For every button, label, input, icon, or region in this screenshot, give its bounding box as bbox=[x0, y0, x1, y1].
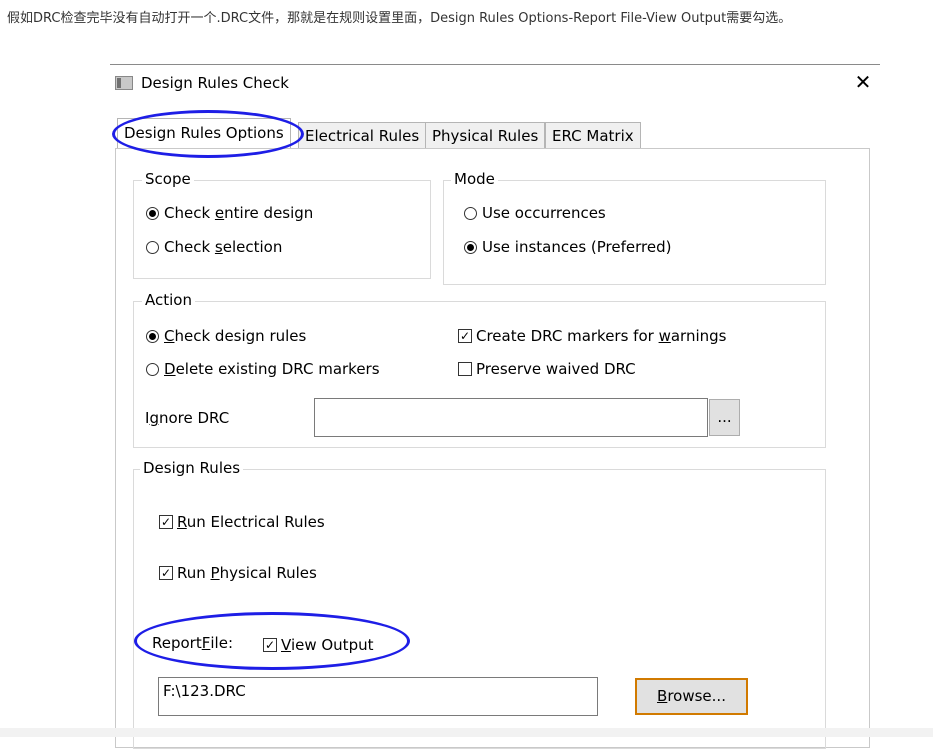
radio-indicator bbox=[146, 206, 159, 220]
radio-indicator bbox=[146, 329, 159, 343]
option-text: Run Physical Rules bbox=[177, 564, 317, 582]
tab-electrical-rules[interactable]: Electrical Rules bbox=[298, 122, 427, 148]
browse-button-label: Browse... bbox=[657, 687, 726, 705]
checkbox-checked-icon: ✓ bbox=[263, 638, 277, 652]
view-output-checkbox[interactable]: ✓ View Output bbox=[263, 636, 373, 654]
option-text: Use instances (Preferred) bbox=[482, 238, 672, 256]
ignore-drc-input[interactable] bbox=[314, 398, 708, 437]
radio-indicator bbox=[146, 362, 159, 376]
ignore-drc-label: Ig nore DRC bbox=[145, 409, 230, 427]
mode-label: Mode bbox=[451, 170, 498, 188]
radio-indicator bbox=[146, 240, 159, 254]
report-file-path-input[interactable]: F:\123.DRC bbox=[158, 677, 598, 716]
check-selection-radio[interactable]: Check selection bbox=[146, 238, 282, 256]
scope-label: Scope bbox=[142, 170, 194, 188]
checkbox-checked-icon: ✓ bbox=[458, 329, 472, 343]
radio-indicator bbox=[464, 240, 477, 254]
mode-group bbox=[443, 180, 826, 285]
run-electrical-rules-checkbox[interactable]: ✓ Run Electrical Rules bbox=[159, 513, 325, 531]
run-physical-rules-checkbox[interactable]: ✓ Run Physical Rules bbox=[159, 564, 317, 582]
create-drc-markers-checkbox[interactable]: ✓ Create DRC markers for warnings bbox=[458, 327, 732, 345]
option-text: Check design rules bbox=[164, 327, 307, 345]
option-text: View Output bbox=[281, 636, 374, 654]
option-text: Use occurrences bbox=[482, 204, 606, 222]
action-label: Action bbox=[142, 291, 195, 309]
window-icon bbox=[115, 76, 133, 90]
window-title: Design Rules Check bbox=[141, 74, 289, 92]
design-rules-label: Design Rules bbox=[140, 459, 244, 477]
delete-drc-markers-radio[interactable]: Delete existing DRC markers bbox=[146, 360, 380, 378]
check-entire-design-radio[interactable]: Check entire design bbox=[146, 204, 313, 222]
option-text: Preserve waived DRC bbox=[476, 360, 636, 378]
report-file-label: Report File: bbox=[152, 634, 233, 652]
option-text: Check entire design bbox=[164, 204, 314, 222]
option-text: Delete existing DRC markers bbox=[164, 360, 380, 378]
tab-physical-rules[interactable]: Physical Rules bbox=[425, 122, 546, 148]
radio-indicator bbox=[464, 206, 477, 220]
checkbox-checked-icon: ✓ bbox=[159, 566, 173, 580]
check-design-rules-radio[interactable]: Check design rules bbox=[146, 327, 306, 345]
checkbox-unchecked-icon bbox=[458, 362, 472, 376]
preserve-waived-drc-checkbox[interactable]: Preserve waived DRC bbox=[458, 360, 636, 378]
page-bottom-bar bbox=[0, 728, 933, 737]
page-caption: 假如DRC检查完毕没有自动打开一个.DRC文件，那就是在规则设置里面，Desig… bbox=[7, 11, 792, 26]
ignore-drc-browse-button[interactable]: ... bbox=[709, 399, 740, 436]
scope-group bbox=[133, 180, 431, 279]
option-text: Check selection bbox=[164, 238, 283, 256]
use-occurrences-radio[interactable]: Use occurrences bbox=[464, 204, 606, 222]
close-icon[interactable]: ✕ bbox=[852, 70, 874, 94]
browse-button[interactable]: Browse... bbox=[635, 678, 748, 715]
use-instances-radio[interactable]: Use instances (Preferred) bbox=[464, 238, 671, 256]
option-text: Create DRC markers for warnings bbox=[476, 327, 727, 345]
tab-erc-matrix[interactable]: ERC Matrix bbox=[545, 122, 641, 148]
checkbox-checked-icon: ✓ bbox=[159, 515, 173, 529]
tab-design-rules-options[interactable]: Design Rules Options bbox=[117, 118, 291, 149]
option-text: Run Electrical Rules bbox=[177, 513, 325, 531]
